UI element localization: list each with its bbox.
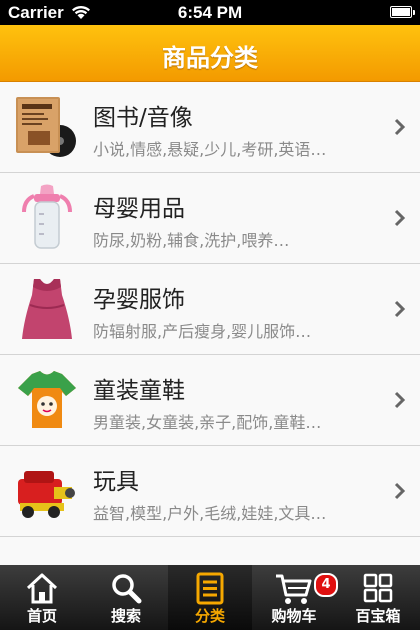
tab-toolbox[interactable]: 百宝箱 bbox=[336, 565, 420, 630]
category-row-toys[interactable]: 玩具 益智,模型,户外,毛绒,娃娃,文具… bbox=[0, 446, 420, 537]
category-subtitle: 益智,模型,户外,毛绒,娃娃,文具… bbox=[93, 504, 327, 523]
tab-category[interactable]: 分类 bbox=[168, 565, 252, 630]
chevron-right-icon bbox=[394, 482, 406, 500]
page-title: 商品分类 bbox=[162, 44, 258, 72]
chevron-right-icon bbox=[394, 300, 406, 318]
cart-count-badge: 4 bbox=[314, 573, 338, 597]
tab-cart[interactable]: 4 购物车 bbox=[252, 565, 338, 630]
category-row-partial[interactable] bbox=[0, 537, 420, 565]
home-icon bbox=[26, 573, 58, 604]
category-subtitle: 防尿,奶粉,辅食,洗护,喂养… bbox=[93, 231, 290, 250]
toy-car-icon bbox=[18, 471, 75, 518]
chevron-right-icon bbox=[394, 209, 406, 227]
chevron-right-icon bbox=[394, 391, 406, 409]
category-title: 童装童鞋 bbox=[93, 378, 185, 404]
tab-label: 购物车 bbox=[271, 607, 317, 625]
book-icon bbox=[16, 97, 76, 157]
category-subtitle: 男童装,女童装,亲子,配饰,童鞋… bbox=[93, 413, 322, 432]
category-subtitle: 小说,情感,悬疑,少儿,考研,英语… bbox=[93, 140, 327, 159]
baby-bottle-icon bbox=[22, 184, 72, 249]
clock: 6:54 PM bbox=[177, 3, 243, 22]
kids-shirt-icon bbox=[18, 371, 76, 428]
tab-label: 百宝箱 bbox=[355, 607, 401, 625]
tab-bar: 首页 搜索 分类 4 购物车 百宝箱 bbox=[0, 565, 420, 630]
category-list-icon bbox=[196, 572, 224, 605]
tab-label: 首页 bbox=[26, 607, 57, 625]
category-row-kids-clothing[interactable]: 童装童鞋 男童装,女童装,亲子,配饰,童鞋… bbox=[0, 355, 420, 446]
category-row-books[interactable]: 图书/音像 小说,情感,悬疑,少儿,考研,英语… bbox=[0, 82, 420, 173]
status-bar: Carrier 6:54 PM bbox=[0, 0, 420, 25]
category-title: 图书/音像 bbox=[93, 105, 193, 131]
search-icon bbox=[112, 574, 142, 604]
category-row-baby[interactable]: 母婴用品 防尿,奶粉,辅食,洗护,喂养… bbox=[0, 173, 420, 264]
tab-label: 搜索 bbox=[110, 607, 141, 625]
category-title: 母婴用品 bbox=[93, 196, 185, 222]
chevron-right-icon bbox=[394, 118, 406, 136]
maternity-dress-icon bbox=[22, 279, 72, 339]
cart-icon bbox=[276, 574, 312, 604]
tab-label: 分类 bbox=[194, 607, 225, 625]
nav-bar: 商品分类 bbox=[0, 25, 420, 82]
category-subtitle: 防辐射服,产后瘦身,婴儿服饰… bbox=[93, 322, 312, 341]
category-title: 玩具 bbox=[93, 469, 139, 495]
category-list[interactable]: 图书/音像 小说,情感,悬疑,少儿,考研,英语… 母婴用品 防尿,奶粉,辅食,洗… bbox=[0, 82, 420, 565]
category-title: 孕婴服饰 bbox=[93, 287, 185, 313]
grid-icon bbox=[363, 573, 393, 603]
tab-search[interactable]: 搜索 bbox=[84, 565, 168, 630]
battery-icon bbox=[390, 6, 415, 18]
tab-home[interactable]: 首页 bbox=[0, 565, 84, 630]
category-row-maternity-wear[interactable]: 孕婴服饰 防辐射服,产后瘦身,婴儿服饰… bbox=[0, 264, 420, 355]
